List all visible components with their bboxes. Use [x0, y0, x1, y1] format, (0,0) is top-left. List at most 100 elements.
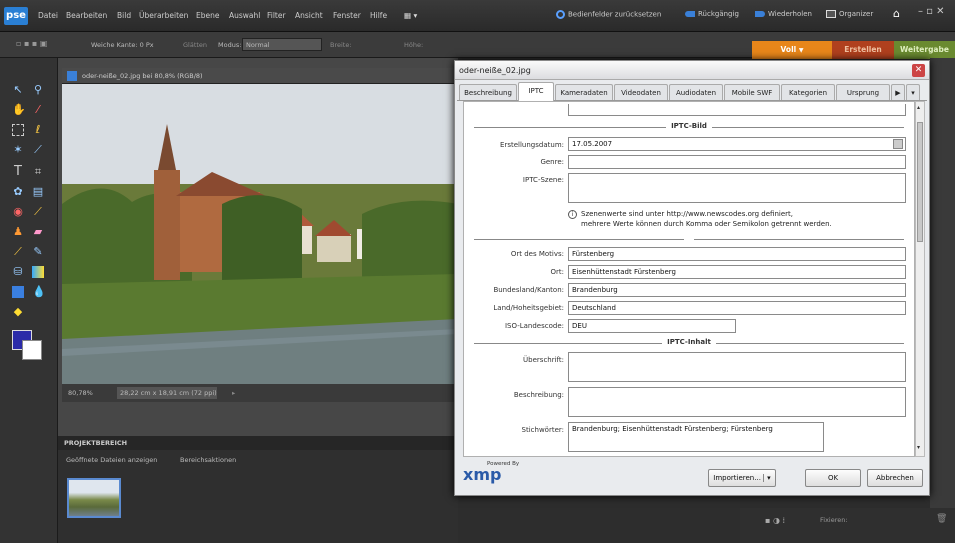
height-label: Höhe:: [404, 41, 424, 49]
project-thumbnail[interactable]: [67, 478, 121, 518]
tab-origin[interactable]: Ursprung: [836, 84, 890, 100]
menu-ebene[interactable]: Ebene: [196, 11, 219, 20]
iso-field[interactable]: DEU: [568, 319, 736, 333]
trash-icon[interactable]: 🗑: [936, 514, 947, 524]
background-color-swatch[interactable]: [22, 340, 42, 360]
tab-share[interactable]: Weitergabe: [894, 41, 955, 59]
eyedropper-tool-icon[interactable]: ⁄: [32, 104, 44, 116]
shape-tool-icon[interactable]: [12, 286, 24, 298]
document-tab[interactable]: oder-neiße_02.jpg bei 80,8% (RGB/8): [62, 68, 458, 84]
description-field[interactable]: [568, 387, 906, 417]
location-label: Ort des Motivs:: [510, 250, 564, 258]
home-icon[interactable]: ⌂: [893, 7, 900, 20]
reset-icon: [556, 10, 565, 19]
cancel-button[interactable]: Abbrechen: [867, 469, 923, 487]
photo-landscape: [62, 84, 458, 384]
tab-video-data[interactable]: Videodaten: [614, 84, 668, 100]
layer-tools-icons[interactable]: ▪ ◑ ⁞: [765, 516, 785, 525]
zoom-tool-icon[interactable]: ⚲: [32, 84, 44, 96]
brush-tool-icon[interactable]: ⟋: [12, 246, 24, 258]
selection-mode-icons[interactable]: ▫ ▪ ▪ ▣: [16, 39, 47, 48]
mode-select[interactable]: Normal: [242, 38, 322, 51]
tab-description[interactable]: Beschreibung: [459, 84, 517, 100]
crop-tool-icon[interactable]: ⌗: [32, 166, 44, 178]
genre-field[interactable]: [568, 155, 906, 169]
file-info-dialog: oder-neiße_02.jpg ✕ Beschreibung IPTC Ka…: [454, 60, 930, 496]
smart-brush-tool-icon[interactable]: ✎: [32, 246, 44, 258]
clone-stamp-tool-icon[interactable]: ♟: [12, 226, 24, 238]
undo-label: Rückgängig: [698, 10, 739, 18]
scene-field[interactable]: [568, 173, 906, 203]
menu-ueberarbeiten[interactable]: Überarbeiten: [139, 11, 188, 20]
keywords-field[interactable]: Brandenburg; Eisenhüttenstadt Fürstenber…: [568, 422, 824, 452]
spot-healing-tool-icon[interactable]: ⟋: [32, 206, 44, 218]
straighten-tool-icon[interactable]: ▤: [32, 186, 44, 198]
menu-filter[interactable]: Filter: [267, 11, 286, 20]
reset-panels-button[interactable]: Bedienfelder zurücksetzen: [556, 10, 661, 19]
document-tab-label: oder-neiße_02.jpg bei 80,8% (RGB/8): [82, 72, 203, 80]
sponge-tool-icon[interactable]: ◆: [12, 306, 24, 318]
document-photo[interactable]: [62, 84, 458, 384]
tab-full[interactable]: Voll ▼: [752, 41, 832, 59]
menu-bild[interactable]: Bild: [117, 11, 131, 20]
menu-fenster[interactable]: Fenster: [333, 11, 361, 20]
country-field[interactable]: Deutschland: [568, 301, 906, 315]
lasso-tool-icon[interactable]: ℓ: [32, 124, 44, 136]
magic-wand-tool-icon[interactable]: ✶: [12, 144, 24, 156]
move-tool-icon[interactable]: ↖: [12, 84, 24, 96]
tab-categories[interactable]: Kategorien: [781, 84, 835, 100]
undo-button[interactable]: Rückgängig: [685, 10, 739, 18]
scroll-up-icon[interactable]: ▴: [917, 104, 923, 112]
headline-field[interactable]: [568, 352, 906, 382]
state-field[interactable]: Brandenburg: [568, 283, 906, 297]
tab-camera-data[interactable]: Kameradaten: [555, 84, 613, 100]
red-eye-tool-icon[interactable]: ◉: [12, 206, 24, 218]
created-date-field[interactable]: 17.05.2007: [568, 137, 906, 151]
cookie-cutter-tool-icon[interactable]: ✿: [12, 186, 24, 198]
tabs-menu-icon[interactable]: ▾: [906, 84, 920, 100]
menu-datei[interactable]: Datei: [38, 11, 58, 20]
redo-icon: [755, 11, 765, 17]
import-button[interactable]: Importieren... ▾: [708, 469, 776, 487]
eraser-tool-icon[interactable]: ▰: [32, 226, 44, 238]
calendar-icon[interactable]: [893, 139, 903, 149]
document-icon: [67, 71, 77, 81]
scroll-thumb[interactable]: [917, 122, 923, 242]
blur-tool-icon[interactable]: 💧: [32, 286, 46, 298]
type-tool-icon[interactable]: T: [12, 165, 24, 178]
menu-auswahl[interactable]: Auswahl: [229, 11, 260, 20]
show-open-files-select[interactable]: Geöffnete Dateien anzeigen: [64, 452, 174, 468]
previous-field[interactable]: [568, 104, 906, 116]
description-label: Beschreibung:: [513, 391, 564, 399]
redo-button[interactable]: Wiederholen: [755, 10, 812, 18]
close-icon[interactable]: ✕: [912, 64, 925, 77]
menu-bearbeiten[interactable]: Bearbeiten: [66, 11, 107, 20]
status-arrow-icon[interactable]: ▸: [232, 384, 235, 402]
ok-button[interactable]: OK: [805, 469, 861, 487]
location-field[interactable]: Fürstenberg: [568, 247, 906, 261]
gradient-tool-icon[interactable]: [32, 266, 44, 278]
smooth-checkbox[interactable]: Glätten: [183, 41, 207, 49]
tabs-scroll-right-icon[interactable]: ▶: [891, 84, 905, 100]
tab-mobile-swf[interactable]: Mobile SWF: [724, 84, 780, 100]
tab-create[interactable]: Erstellen: [832, 41, 894, 59]
marquee-tool-icon[interactable]: [12, 124, 24, 136]
project-bin-toolbar: Geöffnete Dateien anzeigen Bereichsaktio…: [58, 452, 458, 468]
organizer-button[interactable]: Organizer: [826, 10, 873, 18]
window-controls-icon[interactable]: – ▫ ✕: [918, 6, 945, 17]
tab-iptc[interactable]: IPTC: [518, 82, 554, 101]
bin-actions-menu[interactable]: Bereichsaktionen: [180, 452, 236, 468]
hand-tool-icon[interactable]: ✋: [12, 104, 26, 116]
workspace-icon[interactable]: ▦ ▾: [404, 11, 417, 20]
form-scrollbar[interactable]: ▴ ▾: [915, 101, 925, 457]
menu-hilfe[interactable]: Hilfe: [370, 11, 387, 20]
import-dropdown-icon[interactable]: ▾: [763, 474, 771, 482]
organizer-icon: [826, 10, 836, 18]
paint-bucket-tool-icon[interactable]: ⛁: [12, 266, 24, 278]
menu-ansicht[interactable]: Ansicht: [295, 11, 323, 20]
city-field[interactable]: Eisenhüttenstadt Fürstenberg: [568, 265, 906, 279]
scroll-down-icon[interactable]: ▾: [917, 444, 923, 452]
xmp-logo-text: xmp: [463, 465, 502, 484]
tab-audio-data[interactable]: Audiodaten: [669, 84, 723, 100]
selection-brush-tool-icon[interactable]: ⟋: [32, 144, 44, 156]
